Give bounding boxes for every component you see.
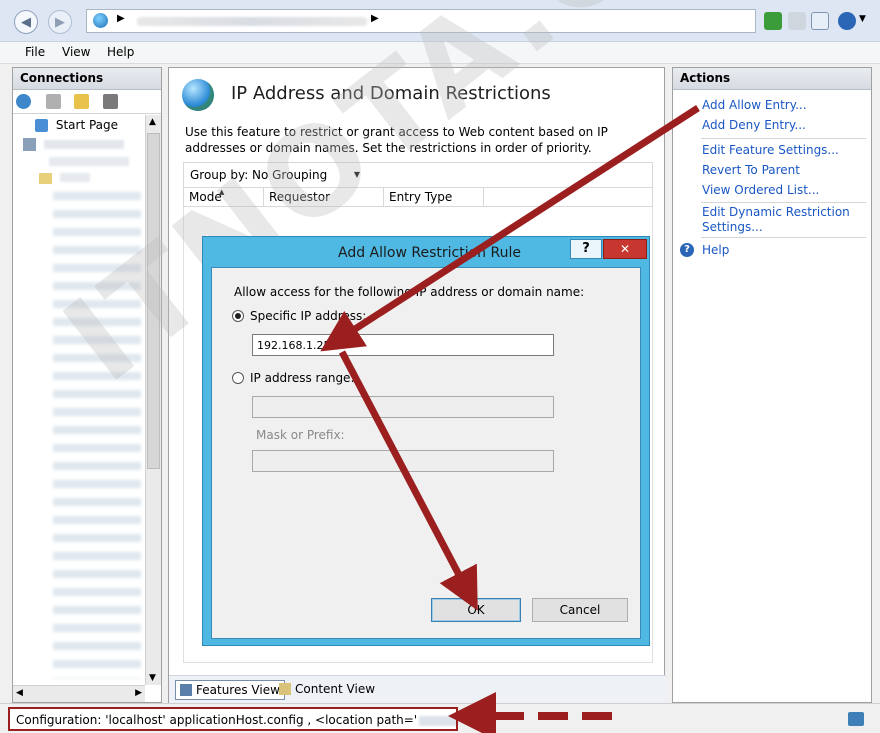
scroll-right-icon[interactable]: ▶ bbox=[135, 688, 142, 698]
tree-item-app-pools[interactable] bbox=[49, 155, 139, 169]
tab-content-view[interactable]: Content View bbox=[275, 680, 379, 700]
tree-item-start-page[interactable]: Start Page bbox=[35, 118, 145, 132]
list-column-headers: Mode ▲ Requestor Entry Type bbox=[183, 187, 653, 207]
mask-label: Mask or Prefix: bbox=[256, 428, 345, 442]
blurred-server-name bbox=[43, 140, 124, 149]
forward-arrow-icon: ▶ bbox=[55, 14, 65, 30]
revert-to-parent-link[interactable]: Revert To Parent bbox=[702, 163, 800, 178]
connections-tree: Start Page bbox=[13, 115, 147, 683]
scroll-up-icon[interactable]: ▲ bbox=[149, 117, 156, 127]
menu-help[interactable]: Help bbox=[107, 45, 134, 59]
ok-button[interactable]: OK bbox=[431, 598, 521, 622]
stop-icon[interactable] bbox=[788, 12, 806, 30]
feature-description: Use this feature to restrict or grant ac… bbox=[185, 125, 608, 155]
dialog-prompt: Allow access for the following IP addres… bbox=[234, 285, 585, 299]
connections-panel: Connections Start Page ▲ ▼ ◀ ▶ bbox=[12, 67, 162, 703]
dialog-body: Allow access for the following IP addres… bbox=[211, 267, 641, 639]
chevron-right-icon: ▶ bbox=[371, 13, 379, 24]
address-bar-area: ◀ ▶ ▶ ▶ ▼ bbox=[0, 0, 880, 42]
column-separator bbox=[263, 188, 264, 206]
view-ordered-list-link[interactable]: View Ordered List... bbox=[702, 183, 819, 198]
menu-view[interactable]: View bbox=[62, 45, 90, 59]
tree-item-server[interactable] bbox=[23, 137, 133, 151]
add-allow-entry-link[interactable]: Add Allow Entry... bbox=[702, 98, 807, 113]
actions-divider bbox=[701, 202, 866, 203]
address-input[interactable]: ▶ ▶ bbox=[86, 9, 756, 33]
specific-ip-radio[interactable] bbox=[232, 310, 244, 322]
tab-features-view[interactable]: Features View bbox=[175, 680, 285, 700]
sort-asc-icon: ▲ bbox=[219, 188, 225, 196]
column-entry-type[interactable]: Entry Type bbox=[389, 190, 452, 204]
cancel-button[interactable]: Cancel bbox=[532, 598, 628, 622]
dialog-help-button[interactable]: ? bbox=[570, 239, 602, 259]
chevron-down-icon[interactable]: ▼ bbox=[859, 14, 866, 24]
status-configuration: Configuration: 'localhost' applicationHo… bbox=[8, 707, 458, 731]
group-by-label: Group by: bbox=[190, 168, 249, 182]
forward-button[interactable]: ▶ bbox=[48, 10, 72, 34]
dialog-close-button[interactable]: ✕ bbox=[603, 239, 647, 259]
connections-vscroll[interactable]: ▲ ▼ bbox=[145, 115, 161, 685]
chevron-right-icon: ▶ bbox=[117, 13, 125, 24]
ip-range-input bbox=[252, 396, 554, 418]
scroll-down-icon[interactable]: ▼ bbox=[149, 673, 156, 683]
blurred-tree-label bbox=[59, 173, 90, 182]
specific-ip-input[interactable] bbox=[252, 334, 554, 356]
connections-title: Connections bbox=[13, 68, 161, 90]
actions-divider bbox=[701, 138, 866, 139]
mask-input bbox=[252, 450, 554, 472]
blurred-address bbox=[137, 17, 367, 26]
network-status-icon bbox=[848, 712, 864, 726]
chevron-down-icon: ▼ bbox=[353, 170, 360, 179]
column-requestor[interactable]: Requestor bbox=[269, 190, 330, 204]
actions-panel: Actions Add Allow Entry... Add Deny Entr… bbox=[672, 67, 872, 703]
home-icon[interactable] bbox=[811, 12, 829, 30]
group-by-select[interactable]: No Grouping ▼ bbox=[248, 165, 364, 185]
specific-ip-label: Specific IP address: bbox=[250, 309, 367, 323]
edit-dynamic-restriction-link-cont[interactable]: Settings... bbox=[702, 220, 763, 235]
dialog-title: Add Allow Restriction Rule bbox=[338, 245, 521, 261]
tree-item-sites[interactable] bbox=[39, 171, 129, 185]
blurred-tree-label bbox=[49, 157, 129, 166]
globe-icon bbox=[93, 13, 108, 28]
column-separator bbox=[483, 188, 484, 206]
back-button[interactable]: ◀ bbox=[14, 10, 38, 34]
scroll-thumb[interactable] bbox=[147, 133, 160, 469]
column-separator bbox=[383, 188, 384, 206]
content-view-icon bbox=[279, 683, 291, 695]
help-link[interactable]: Help bbox=[702, 243, 729, 258]
view-tabs: Features View Content View bbox=[169, 675, 666, 703]
help-icon[interactable] bbox=[838, 12, 856, 30]
actions-divider bbox=[701, 237, 866, 238]
ip-range-label: IP address range: bbox=[250, 371, 355, 385]
blurred-location-path bbox=[419, 715, 456, 726]
actions-title: Actions bbox=[673, 68, 871, 90]
back-arrow-icon: ◀ bbox=[21, 14, 31, 30]
add-deny-entry-link[interactable]: Add Deny Entry... bbox=[702, 118, 806, 133]
connections-toolbar bbox=[13, 90, 161, 114]
globe-icon bbox=[182, 79, 214, 111]
features-view-icon bbox=[180, 684, 192, 696]
folder-icon[interactable] bbox=[74, 94, 89, 109]
blurred-site-list bbox=[53, 189, 141, 679]
start-page-icon bbox=[35, 119, 48, 132]
connections-hscroll[interactable]: ◀ ▶ bbox=[13, 685, 145, 702]
group-by-bar: Group by: No Grouping ▼ bbox=[183, 162, 653, 188]
edit-dynamic-restriction-link[interactable]: Edit Dynamic Restriction bbox=[702, 205, 850, 220]
status-bar: Configuration: 'localhost' applicationHo… bbox=[0, 703, 880, 733]
connect-icon[interactable] bbox=[16, 94, 31, 109]
column-mode[interactable]: Mode bbox=[189, 190, 222, 204]
ip-range-radio[interactable] bbox=[232, 372, 244, 384]
refresh-icon[interactable] bbox=[764, 12, 782, 30]
page-title: IP Address and Domain Restrictions bbox=[231, 83, 551, 104]
edit-feature-settings-link[interactable]: Edit Feature Settings... bbox=[702, 143, 839, 158]
disconnect-icon[interactable] bbox=[103, 94, 118, 109]
scroll-left-icon[interactable]: ◀ bbox=[16, 688, 23, 698]
help-icon: ? bbox=[680, 243, 694, 257]
folder-icon bbox=[39, 173, 52, 184]
save-icon[interactable] bbox=[46, 94, 61, 109]
add-allow-restriction-dialog: Add Allow Restriction Rule ? ✕ Allow acc… bbox=[202, 236, 650, 646]
server-icon bbox=[23, 138, 36, 151]
menu-file[interactable]: File bbox=[25, 45, 45, 59]
menu-bar: File View Help bbox=[0, 42, 880, 64]
